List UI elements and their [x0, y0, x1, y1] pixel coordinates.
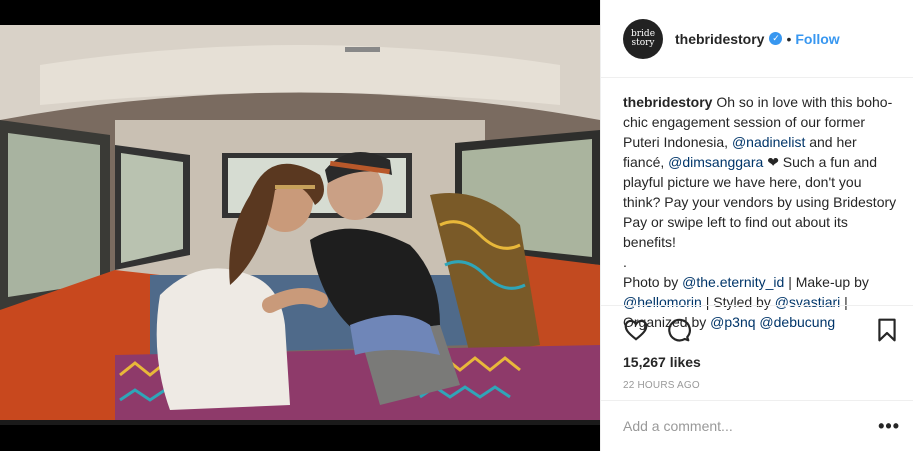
credits-text-2: | Make-up by — [788, 274, 869, 290]
account-username[interactable]: thebridestory — [675, 31, 764, 47]
caption-username[interactable]: thebridestory — [623, 94, 712, 110]
header-separator: • — [786, 30, 792, 47]
bookmark-icon[interactable] — [874, 317, 900, 343]
avatar-text-line2: story — [631, 37, 655, 48]
post-details-panel: bride story thebridestory ✓ • Follow the… — [600, 0, 913, 451]
post-photo[interactable] — [0, 25, 600, 425]
post-timestamp[interactable]: 22 HOURS AGO — [623, 380, 900, 391]
caption-body: thebridestory Oh so in love with this bo… — [623, 92, 897, 252]
caption-dot-line: . — [623, 254, 627, 270]
avatar[interactable]: bride story — [623, 18, 663, 59]
comment-bar: ••• — [601, 400, 913, 451]
follow-button[interactable]: Follow — [795, 31, 839, 47]
mention-link[interactable]: @dimsanggara — [668, 154, 763, 170]
heart-icon[interactable] — [623, 317, 649, 343]
comment-input[interactable] — [623, 418, 879, 434]
credits-text-1: Photo by — [623, 274, 679, 290]
post-media — [0, 0, 600, 451]
post-actions: 15,267 likes 22 HOURS AGO — [601, 305, 913, 391]
engagement-photo-illustration — [0, 25, 600, 425]
more-options-icon[interactable]: ••• — [878, 416, 900, 437]
likes-count[interactable]: 15,267 likes — [623, 354, 900, 370]
mention-link[interactable]: @the.eternity_id — [682, 274, 784, 290]
post-caption: thebridestory Oh so in love with this bo… — [601, 78, 913, 330]
verified-badge-icon: ✓ — [769, 32, 783, 45]
comment-icon[interactable] — [665, 317, 691, 343]
post-header: bride story thebridestory ✓ • Follow — [601, 0, 913, 78]
mention-link[interactable]: @nadinelist — [732, 134, 805, 150]
action-icons — [623, 316, 900, 344]
